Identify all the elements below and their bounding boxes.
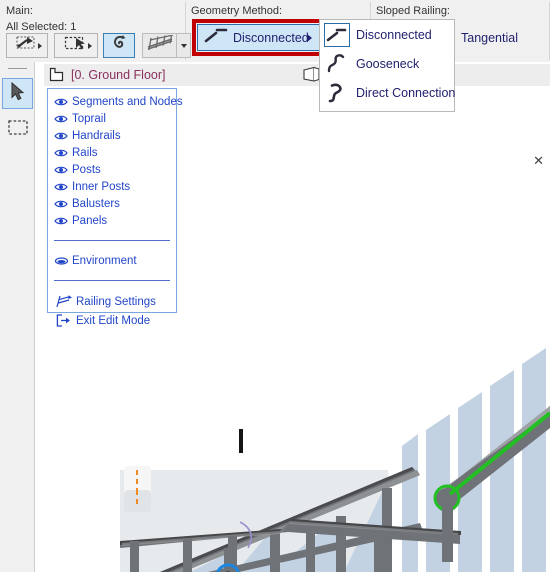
panel-item-exit-edit-mode[interactable]: Exit Edit Mode [48, 311, 176, 330]
panel-item-label: Segments and Nodes [72, 95, 183, 108]
3d-scene [120, 86, 550, 572]
panel-item-handrails[interactable]: Handrails [48, 127, 176, 144]
geometry-method-button[interactable]: Disconnected [197, 24, 321, 51]
exit-arrow-icon [53, 314, 75, 327]
selection-count-label: All Selected: 1 [6, 21, 77, 33]
eye-icon [53, 216, 69, 226]
panel-item-segments-and-nodes[interactable]: Segments and Nodes [48, 93, 183, 110]
geometry-method-label: Geometry Method: [191, 5, 283, 17]
sloped-handrail-post [442, 500, 453, 562]
eye-icon [53, 97, 69, 107]
eye-icon [53, 165, 69, 175]
cursor-arrow-icon [11, 81, 25, 106]
panel-item-label: Environment [72, 254, 137, 267]
tangential-option[interactable]: Tangential [461, 31, 518, 45]
dashed-rectangle-icon [7, 119, 28, 140]
panel-divider-2 [54, 280, 170, 281]
panel-item-label: Posts [72, 163, 101, 176]
eye-icon [53, 114, 69, 124]
edit-zone-marker-bottom [124, 490, 151, 512]
panel-item-toprail[interactable]: Toprail [48, 110, 176, 127]
panel-item-panels[interactable]: Panels [48, 212, 176, 229]
menu-item-gooseneck[interactable]: Gooseneck [320, 49, 454, 78]
rotate-spiral-icon [110, 34, 128, 57]
panel-item-railing-settings[interactable]: Railing Settings [48, 292, 176, 311]
panel-item-environment[interactable]: Environment [48, 252, 176, 269]
submenu-arrow-icon[interactable] [307, 33, 312, 42]
disconnected-segment-icon [324, 22, 350, 47]
polyline-arrow-icon [16, 35, 38, 56]
chevron-down-icon [180, 43, 187, 48]
railing-tool-button[interactable] [142, 33, 177, 58]
panel-item-label: Panels [72, 214, 108, 227]
marquee-tool-flyout-icon[interactable] [88, 43, 92, 49]
disconnected-segment-icon [203, 25, 229, 50]
close-icon[interactable]: ✕ [533, 154, 544, 167]
eye-icon [53, 199, 69, 209]
menu-item-direct-connection[interactable]: Direct Connection [320, 78, 456, 107]
arrow-edit-tool-button[interactable] [6, 33, 48, 58]
dashed-marquee-arrow-icon [64, 35, 88, 56]
palette-grip[interactable] [8, 68, 27, 69]
eye-icon [53, 182, 69, 192]
panel-item-label: Exit Edit Mode [76, 314, 151, 327]
railing-tool-dropdown-button[interactable] [177, 33, 191, 58]
railing-rails-icon [146, 34, 174, 56]
sloped-railing-label: Sloped Railing: [376, 5, 450, 17]
panel-item-label: Toprail [72, 112, 106, 125]
panel-item-inner-posts[interactable]: Inner Posts [48, 178, 176, 195]
story-floor-icon [49, 67, 67, 87]
panel-divider-1 [54, 240, 170, 241]
panel-item-label: Railing Settings [76, 295, 156, 308]
direct-connection-curve-icon [324, 81, 350, 105]
panel-item-label: Handrails [72, 129, 121, 142]
panel-item-label: Inner Posts [72, 180, 131, 193]
geometry-method-menu: Disconnected Gooseneck Direct Connection [319, 19, 455, 112]
left-tool-palette [0, 62, 35, 572]
panel-item-label: Rails [72, 146, 98, 159]
railing-edit-panel: Segments and Nodes Toprail Handrails Rai… [47, 88, 183, 327]
arrow-edit-tool-flyout-icon[interactable] [38, 43, 42, 49]
story-label: [0. Ground Floor] [71, 68, 166, 82]
panel-item-rails[interactable]: Rails [48, 144, 176, 161]
panel-item-posts[interactable]: Posts [48, 161, 176, 178]
arrow-select-tool[interactable] [2, 78, 33, 109]
menu-item-label: Gooseneck [356, 56, 420, 71]
gooseneck-curve-icon [324, 52, 350, 76]
railing-settings-icon [53, 295, 75, 308]
ellipse-environment-icon [53, 256, 69, 266]
geometry-method-button-label: Disconnected [233, 30, 309, 45]
menu-item-label: Disconnected [356, 27, 432, 42]
panel-item-label: Balusters [72, 197, 120, 210]
menu-item-label: Direct Connection [356, 85, 456, 100]
story-bar: [0. Ground Floor] [44, 64, 550, 86]
app-root: Main: Geometry Method: Sloped Railing: A… [0, 0, 550, 572]
marquee-select-tool[interactable] [2, 114, 33, 145]
main-group-label: Main: [6, 5, 33, 17]
panel-item-balusters[interactable]: Balusters [48, 195, 176, 212]
orange-dashed-line [136, 490, 138, 508]
eye-icon [53, 131, 69, 141]
marquee-tool-button[interactable] [54, 33, 98, 58]
3d-viewport[interactable]: ✕ [120, 86, 550, 572]
menu-item-disconnected[interactable]: Disconnected [320, 20, 454, 49]
editing-tick-marker [239, 429, 243, 453]
rotate-tool-button[interactable] [103, 33, 135, 58]
eye-icon [53, 148, 69, 158]
